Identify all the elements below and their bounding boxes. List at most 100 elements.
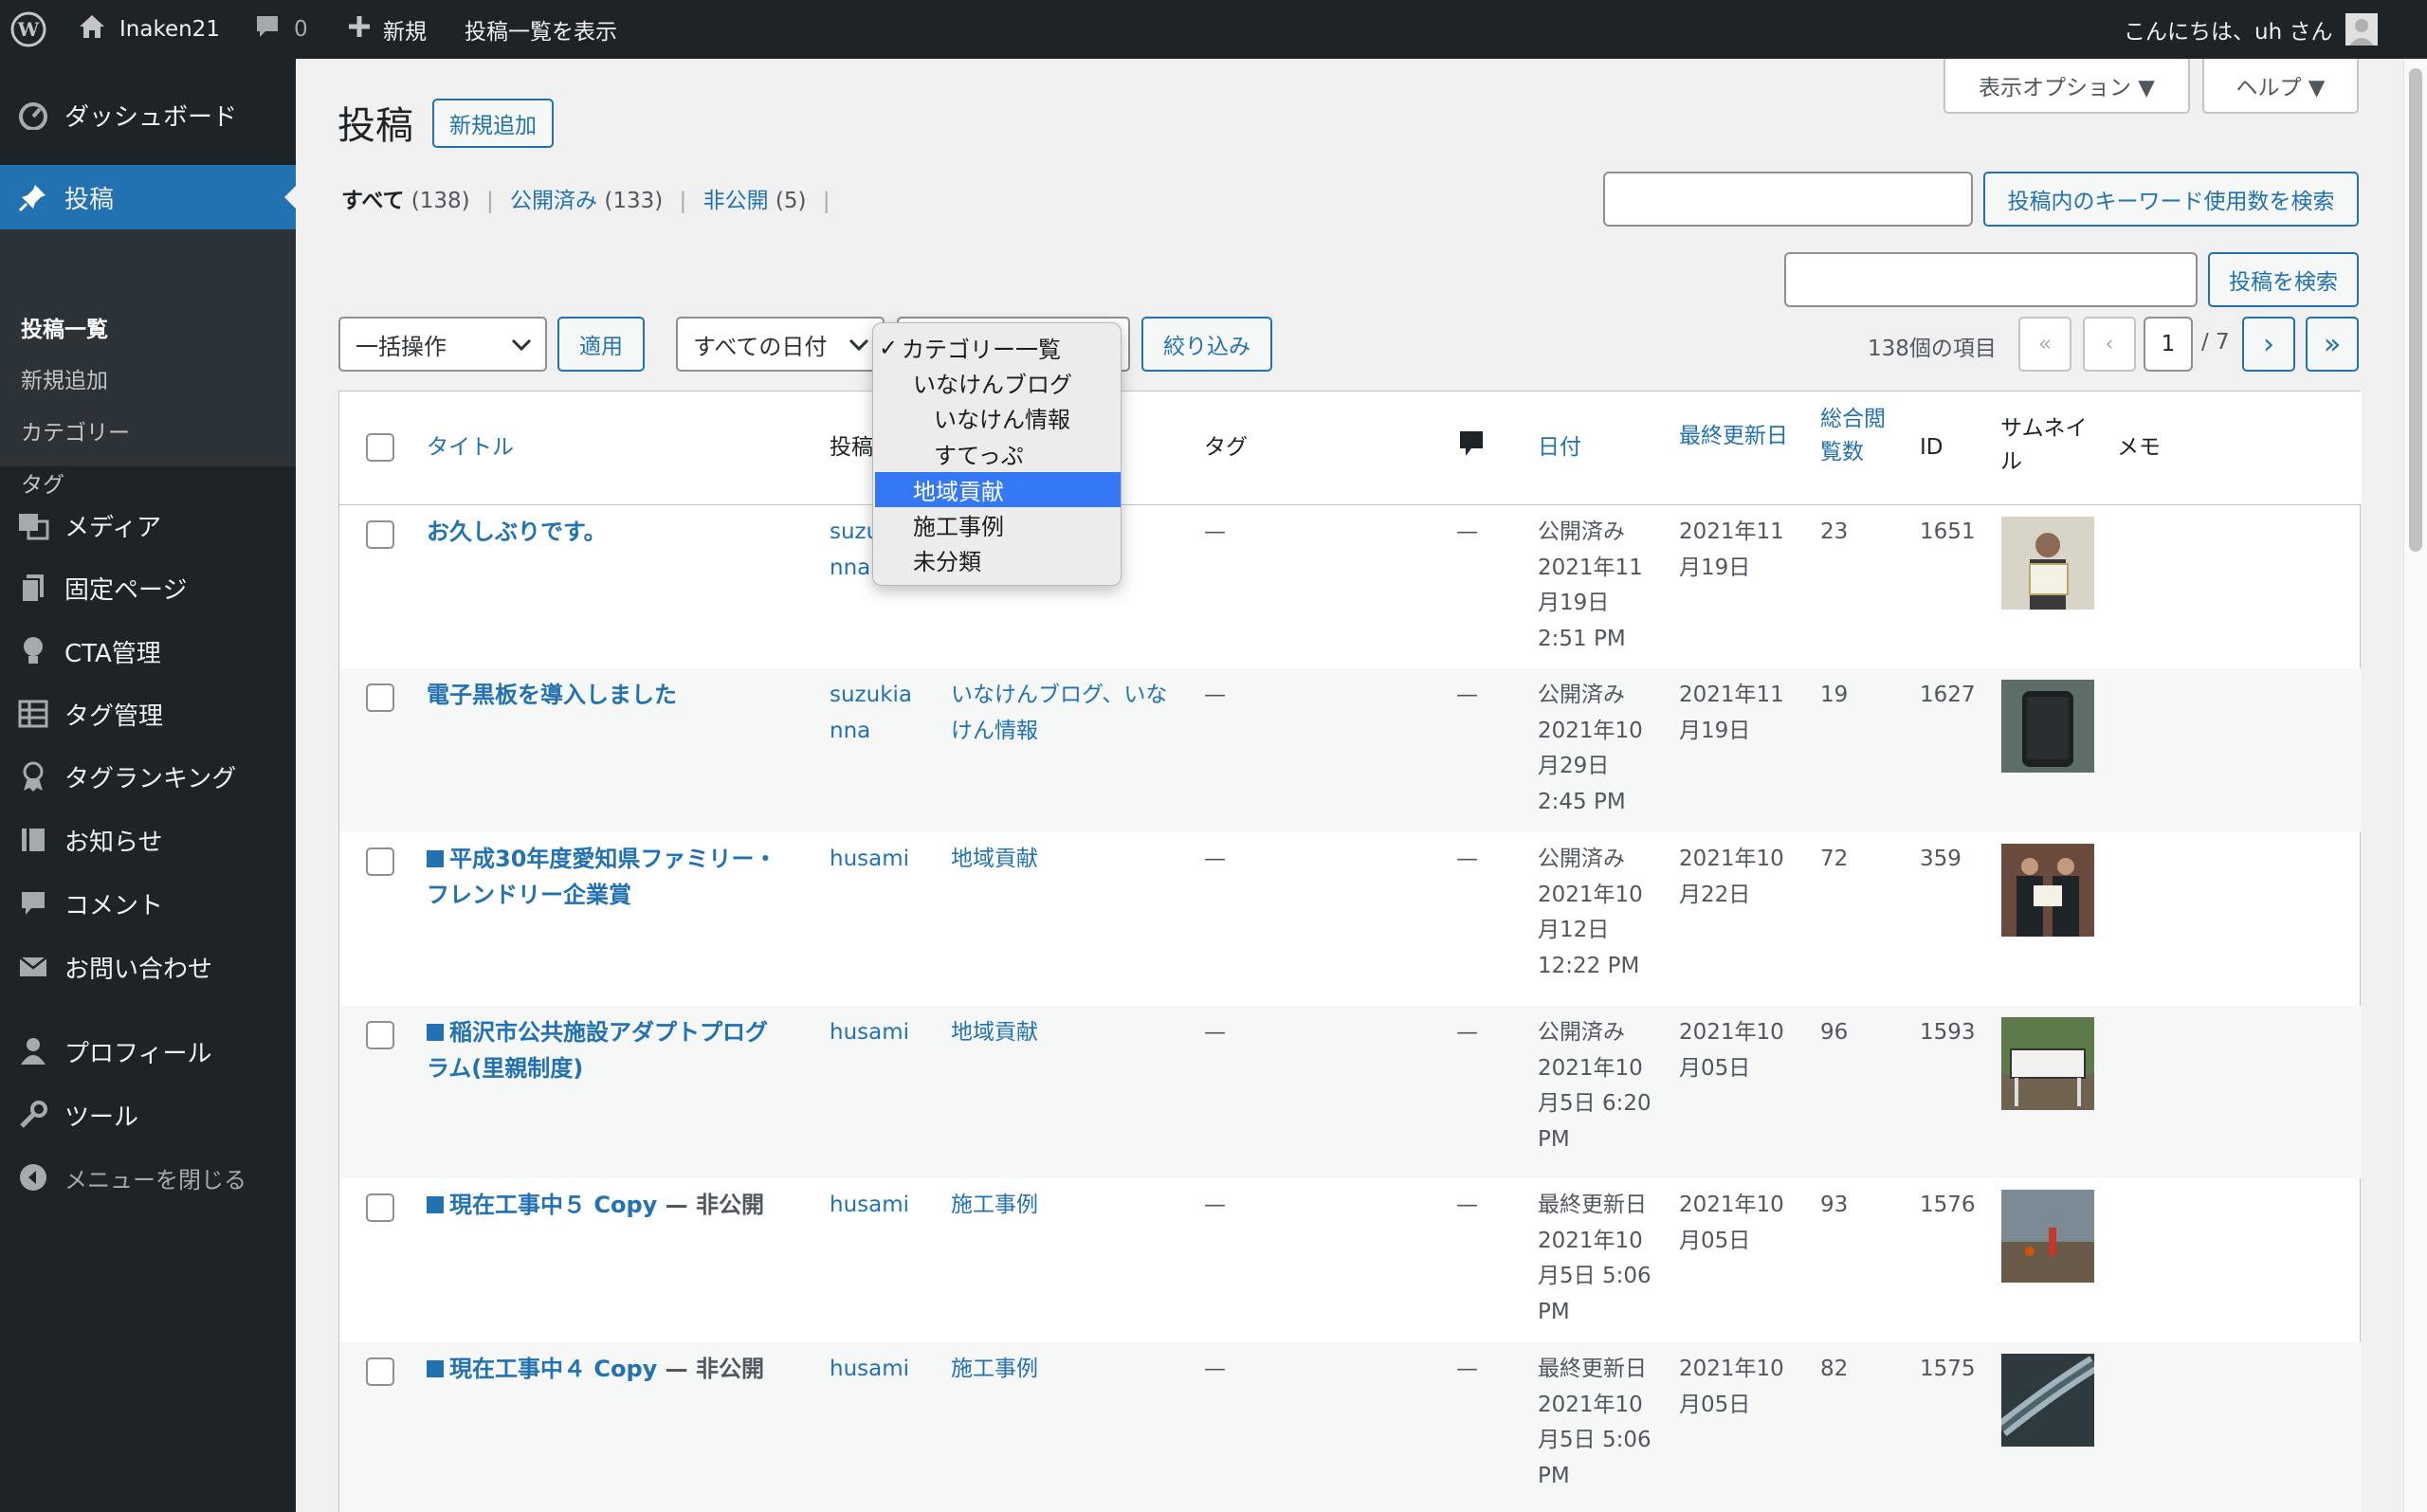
date-filter-select[interactable]: すべての日付 <box>676 317 885 372</box>
prev-page-button[interactable]: ‹ <box>2083 317 2136 372</box>
row-checkbox[interactable] <box>366 1357 394 1386</box>
post-author-link[interactable]: husami <box>830 1352 909 1388</box>
last-page-button[interactable]: » <box>2306 317 2359 372</box>
post-title-link[interactable]: 電子黒板を導入しました <box>427 678 806 714</box>
post-views: 96 <box>1820 1020 1849 1045</box>
sidebar-item-comments[interactable]: コメント <box>0 875 296 932</box>
apply-bulk-button[interactable]: 適用 <box>557 317 645 372</box>
sidebar-label-tag-ranking: タグランキング <box>64 764 237 793</box>
sidebar-subitem-all-posts[interactable]: 投稿一覧 <box>21 311 108 343</box>
sidebar-item-tag-admin[interactable]: タグ管理 <box>0 685 296 742</box>
mail-icon <box>17 951 49 983</box>
sidebar-subitem-categories[interactable]: カテゴリー <box>21 414 130 446</box>
post-category-links[interactable]: 地域貢献 <box>951 842 1188 878</box>
post-thumbnail-image[interactable] <box>2001 1017 2094 1110</box>
page-scrollbar[interactable] <box>2403 59 2427 1512</box>
filter-button[interactable]: 絞り込み <box>1141 317 1272 372</box>
dropdown-option-uncategorized[interactable]: 未分類 <box>875 542 1121 577</box>
view-posts-link[interactable]: 投稿一覧を表示 <box>465 0 617 59</box>
next-page-button[interactable]: › <box>2242 317 2295 372</box>
dropdown-option-construction[interactable]: 施工事例 <box>875 507 1121 542</box>
column-date[interactable]: 日付 <box>1538 431 1581 465</box>
sidebar-item-tools[interactable]: ツール <box>0 1086 296 1143</box>
sidebar-label-notices: お知らせ <box>64 828 163 857</box>
column-modified[interactable]: 最終更新日 <box>1679 420 1788 453</box>
row-checkbox[interactable] <box>366 847 394 876</box>
book-icon <box>17 824 49 856</box>
filter-private[interactable]: 非公開 (5) <box>703 189 807 213</box>
chevron-down-icon <box>849 331 869 357</box>
site-name-link[interactable]: Inaken21 <box>78 0 220 59</box>
post-title-link[interactable]: 現在工事中４ Copy — 非公開 <box>427 1352 806 1388</box>
sidebar-label-media: メディア <box>64 513 162 542</box>
row-checkbox[interactable] <box>366 1193 394 1222</box>
sidebar-item-posts[interactable]: 投稿 <box>0 165 296 229</box>
row-checkbox[interactable] <box>366 683 394 712</box>
post-thumbnail-image[interactable] <box>2001 1190 2094 1283</box>
screen-options-button[interactable]: 表示オプション ▼ <box>1943 59 2190 114</box>
table-row: 稲沢市公共施設アダプトプログ ラム(里親制度) husami 地域貢献 — — 公開済み 2… <box>339 1006 2362 1178</box>
bulk-action-select[interactable]: 一括操作 <box>338 317 547 372</box>
post-author-link[interactable]: husami <box>830 1015 909 1051</box>
post-thumbnail-image[interactable] <box>2001 517 2094 610</box>
sidebar-item-pages[interactable]: 固定ページ <box>0 559 296 616</box>
post-category-links[interactable]: いなけんブログ、いな けん情報 <box>951 678 1188 749</box>
square-marker-icon <box>427 1024 444 1041</box>
scrollbar-thumb[interactable] <box>2409 68 2422 552</box>
wordpress-logo-icon[interactable]: W <box>9 0 47 59</box>
post-title-link[interactable]: お久しぶりです。 <box>427 515 806 551</box>
help-button[interactable]: ヘルプ ▼ <box>2202 59 2359 114</box>
sidebar-item-media[interactable]: メディア <box>0 497 296 554</box>
sidebar-item-profile[interactable]: プロフィール <box>0 1023 296 1080</box>
dropdown-option-all-categories[interactable]: ✓ カテゴリー一覧 <box>875 330 1121 365</box>
select-all-checkbox[interactable] <box>366 433 394 462</box>
sidebar-subitem-tags[interactable]: タグ <box>21 466 64 499</box>
post-status-label: — 非公開 <box>665 1192 764 1218</box>
column-views[interactable]: 総合閲 覧数 <box>1820 403 1886 469</box>
search-posts-button[interactable]: 投稿を検索 <box>2208 252 2359 307</box>
keyword-count-search-button[interactable]: 投稿内のキーワード使用数を検索 <box>1983 172 2359 227</box>
dropdown-option-inaken-blog[interactable]: いなけんブログ <box>875 365 1121 400</box>
dropdown-option-community[interactable]: 地域貢献 <box>875 472 1121 507</box>
post-title-link[interactable]: 稲沢市公共施設アダプトプログ ラム(里親制度) <box>427 1015 806 1086</box>
sidebar-item-cta[interactable]: CTA管理 <box>0 623 296 680</box>
column-title[interactable]: タイトル <box>427 431 514 465</box>
comments-link[interactable]: 0 <box>254 0 308 59</box>
current-page-input[interactable]: 1 <box>2144 317 2193 372</box>
square-marker-icon <box>427 1196 444 1213</box>
sidebar-item-notices[interactable]: お知らせ <box>0 811 296 868</box>
row-checkbox[interactable] <box>366 520 394 549</box>
post-search-input[interactable] <box>1784 252 2198 307</box>
filter-published[interactable]: 公開済み (133) <box>510 189 663 213</box>
row-checkbox[interactable] <box>366 1021 394 1049</box>
new-content-link[interactable]: 新規 <box>347 0 427 59</box>
sidebar-item-tag-ranking[interactable]: タグランキング <box>0 748 296 805</box>
post-author-link[interactable]: husami <box>830 842 909 878</box>
greeting-account-link[interactable]: こんにちは、uh さん <box>2124 0 2379 59</box>
post-category-links[interactable]: 施工事例 <box>951 1188 1188 1224</box>
post-modified-date: 2021年10 月05日 <box>1679 1357 1784 1417</box>
filter-all[interactable]: すべて (138) <box>341 189 470 213</box>
post-category-links[interactable]: 地域貢献 <box>951 1015 1188 1051</box>
comments-column-icon[interactable] <box>1458 429 1485 470</box>
sidebar-item-dashboard[interactable]: ダッシュボード <box>0 85 296 144</box>
sidebar-item-contact[interactable]: お問い合わせ <box>0 938 296 995</box>
dashboard-icon <box>17 99 49 131</box>
collapse-menu-button[interactable]: メニューを閉じる <box>0 1149 296 1206</box>
post-thumbnail-image[interactable] <box>2001 1354 2094 1447</box>
post-thumbnail-image[interactable] <box>2001 680 2094 773</box>
post-category-links[interactable]: 施工事例 <box>951 1352 1188 1388</box>
post-author-link[interactable]: suzukia nna <box>830 678 912 749</box>
first-page-button[interactable]: « <box>2018 317 2071 372</box>
post-title-link[interactable]: 現在工事中５ Copy — 非公開 <box>427 1188 806 1224</box>
add-new-post-button[interactable]: 新規追加 <box>432 99 554 148</box>
post-author-link[interactable]: husami <box>830 1188 909 1224</box>
dropdown-option-step[interactable]: すてっぷ <box>875 436 1121 471</box>
post-id: 1593 <box>1920 1020 1976 1045</box>
dropdown-option-inaken-info[interactable]: いなけん情報 <box>875 400 1121 435</box>
sidebar-subitem-add-new[interactable]: 新規追加 <box>21 362 108 394</box>
post-title-link[interactable]: 平成30年度愛知県ファミリー・ フレンドリー企業賞 <box>427 842 806 913</box>
post-modified-date: 2021年11 月19日 <box>1679 519 1784 580</box>
post-thumbnail-image[interactable] <box>2001 844 2094 937</box>
keyword-search-input[interactable] <box>1603 172 1973 227</box>
